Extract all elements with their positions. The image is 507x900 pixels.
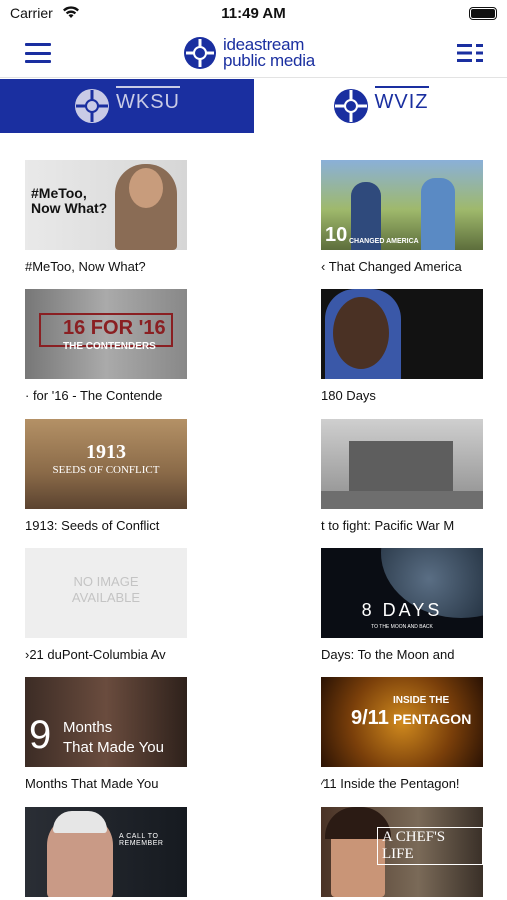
show-card[interactable]: A CALL TO REMEMBER [25,807,187,900]
logo-line-2: public media [223,51,315,70]
show-card[interactable]: A CHEF'S LIFE [321,807,483,900]
thumb-subtitle: CHANGED AMERICA [349,238,419,245]
show-thumbnail: INSIDE THE 9/11 PENTAGON [321,677,483,767]
show-thumbnail: #MeToo, Now What? [25,160,187,250]
station-tabs: WKSU WVIZ [0,79,507,133]
thumb-title: 9 [29,713,52,757]
show-card[interactable]: 16 FOR '16 THE CONTENDERS · for '16 - Th… [25,289,187,403]
show-title: 1913: Seeds of Conflict [25,518,160,533]
list-view-icon[interactable] [457,44,483,62]
thumb-subtitle: INSIDE THE [393,695,450,706]
show-title: t to fight: Pacific War M [321,518,455,533]
show-title: ‹ That Changed America [321,259,462,274]
show-card[interactable]: INSIDE THE 9/11 PENTAGON ⁄11 Inside the … [321,677,483,791]
show-card[interactable]: 10 CHANGED AMERICA ‹ That Changed Americ… [321,160,483,274]
show-thumbnail: 9 Months That Made You [25,677,187,767]
thumb-title: 10 [325,224,348,246]
show-thumbnail [321,419,483,509]
thumb-subtitle: Months [63,719,113,736]
thumb-title: 16 FOR '16 [63,317,166,339]
thumb-placeholder: NO IMAGE [73,574,139,589]
thumb-subtitle: TO THE MOON AND BACK [371,624,433,630]
show-title: #MeToo, Now What? [25,259,146,274]
show-title: 180 Days [321,388,376,403]
show-thumbnail [321,289,483,379]
tab-wviz[interactable]: WVIZ [254,79,507,133]
show-card[interactable]: 1913 SEEDS OF CONFLICT 1913: Seeds of Co… [25,419,187,533]
show-thumbnail: 8 DAYS TO THE MOON AND BACK [321,548,483,638]
tab-wksu[interactable]: WKSU [0,79,254,133]
thumb-title: #MeToo, [31,185,87,201]
status-bar: Carrier 11:49 AM [0,0,507,28]
nav-bar: ideastream public media [0,28,507,78]
show-card[interactable]: 9 Months That Made You Months That Made … [25,677,187,791]
show-card[interactable]: 180 Days [321,289,483,403]
ideastream-logo-mark-icon [184,37,216,69]
wviz-logo-icon [333,89,368,123]
thumb-title: A CALL TO REMEMBER [119,833,164,847]
tab-wksu-label: WKSU [116,86,180,114]
wksu-logo-icon [75,89,109,123]
show-title: Days: To the Moon and [321,647,455,662]
show-thumbnail: 10 CHANGED AMERICA [321,160,483,250]
show-title: · for '16 - The Contende [25,388,163,403]
show-card[interactable]: #MeToo, Now What? #MeToo, Now What? [25,160,187,274]
thumb-title: Now What? [31,200,108,216]
show-thumbnail: NO IMAGE AVAILABLE [25,548,187,638]
show-thumbnail: 1913 SEEDS OF CONFLICT [25,419,187,509]
thumb-subtitle: SEEDS OF CONFLICT [52,464,160,476]
show-card[interactable]: NO IMAGE AVAILABLE ›21 duPont-Columbia A… [25,548,187,662]
show-thumbnail: 16 FOR '16 THE CONTENDERS [25,289,187,379]
show-card[interactable]: t to fight: Pacific War M [321,419,483,533]
show-thumbnail: A CHEF'S LIFE [321,807,483,897]
thumb-subtitle: THE CONTENDERS [63,341,156,352]
battery-icon [469,7,497,20]
hamburger-menu-icon[interactable] [25,43,51,63]
thumb-title: 9/11 [351,707,389,729]
thumb-title: A CHEF'S LIFE [377,827,483,865]
show-title: ›21 duPont-Columbia Av [25,647,166,662]
show-card[interactable]: 8 DAYS TO THE MOON AND BACK Days: To the… [321,548,483,662]
clock: 11:49 AM [221,5,286,22]
ideastream-logo: ideastream public media [183,34,315,72]
thumb-subtitle: PENTAGON [393,711,472,727]
thumb-placeholder: AVAILABLE [71,590,141,605]
thumb-subtitle: That Made You [63,739,164,756]
thumb-title: 1913 [86,441,126,463]
show-title: ⁄11 Inside the Pentagon! [321,776,460,791]
show-thumbnail: A CALL TO REMEMBER [25,807,187,897]
thumb-title: 8 DAYS [361,600,443,620]
tab-wviz-label: WVIZ [374,86,429,114]
show-title: Months That Made You [25,776,159,791]
